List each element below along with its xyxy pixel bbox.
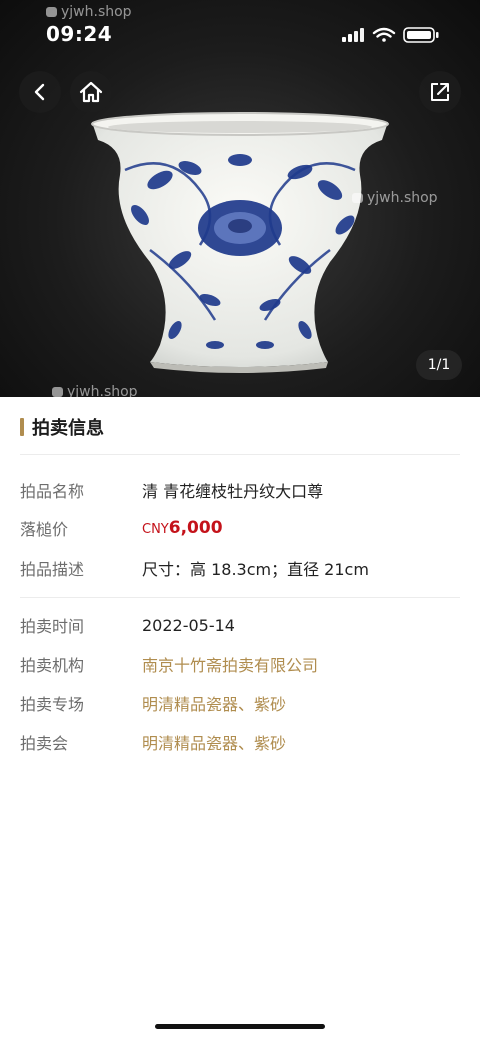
watermark-bottom: yjwh.shop xyxy=(52,384,138,397)
home-button[interactable] xyxy=(70,71,112,113)
detail-label: 拍卖专场 xyxy=(20,695,85,714)
auction-session-link[interactable]: 明清精品瓷器、紫砂 xyxy=(142,691,286,715)
detail-row-name: 拍品名称 清 青花缠枝牡丹纹大口尊 xyxy=(20,476,460,504)
detail-label: 拍品描述 xyxy=(20,560,85,579)
detail-row-description: 拍品描述 尺寸：高 18.3cm；直径 21cm xyxy=(20,554,460,582)
detail-label: 拍品名称 xyxy=(20,482,85,501)
detail-label: 拍卖会 xyxy=(20,734,69,753)
auction-house-link[interactable]: 南京十竹斋拍卖有限公司 xyxy=(142,652,318,676)
item-description: 尺寸：高 18.3cm；直径 21cm xyxy=(142,560,369,579)
divider xyxy=(20,597,460,598)
watermark-mid: yjwh.shop xyxy=(352,190,438,206)
camera-icon xyxy=(52,387,63,397)
product-image-gallery[interactable]: yjwh.shop yjwh.shop yjwh.shop 09:24 1/1 xyxy=(0,0,480,397)
image-counter: 1/1 xyxy=(416,350,462,380)
hammer-price: CNY6,000 xyxy=(142,518,223,538)
section-title-text: 拍卖信息 xyxy=(32,418,104,439)
price-amount: 6,000 xyxy=(168,518,223,538)
detail-row-sale: 拍卖会 明清精品瓷器、紫砂 xyxy=(20,728,460,756)
home-icon xyxy=(79,81,103,103)
share-icon xyxy=(431,83,449,101)
section-title: 拍卖信息 xyxy=(20,414,104,440)
detail-label: 拍卖机构 xyxy=(20,656,85,675)
back-button[interactable] xyxy=(19,71,61,113)
chevron-left-icon xyxy=(34,83,45,101)
detail-label: 落槌价 xyxy=(20,520,69,539)
cellular-signal-icon xyxy=(342,28,364,42)
detail-row-house: 拍卖机构 南京十竹斋拍卖有限公司 xyxy=(20,650,460,678)
detail-row-price: 落槌价 CNY6,000 xyxy=(20,514,460,542)
section-accent-bar xyxy=(20,418,24,436)
detail-row-date: 拍卖时间 2022-05-14 xyxy=(20,611,460,639)
auction-date: 2022-05-14 xyxy=(142,615,235,635)
share-button[interactable] xyxy=(419,71,461,113)
battery-icon xyxy=(403,27,439,43)
camera-icon xyxy=(352,193,363,203)
auction-sale-link[interactable]: 明清精品瓷器、紫砂 xyxy=(142,730,286,754)
status-bar: 09:24 xyxy=(0,0,480,60)
status-icons xyxy=(342,26,442,44)
status-time: 09:24 xyxy=(46,22,113,46)
home-indicator[interactable] xyxy=(155,1024,325,1029)
detail-row-session: 拍卖专场 明清精品瓷器、紫砂 xyxy=(20,689,460,717)
price-currency: CNY xyxy=(142,522,169,537)
divider xyxy=(20,454,460,455)
wifi-icon xyxy=(372,27,396,42)
detail-label: 拍卖时间 xyxy=(20,617,85,636)
item-name: 清 青花缠枝牡丹纹大口尊 xyxy=(142,482,324,501)
